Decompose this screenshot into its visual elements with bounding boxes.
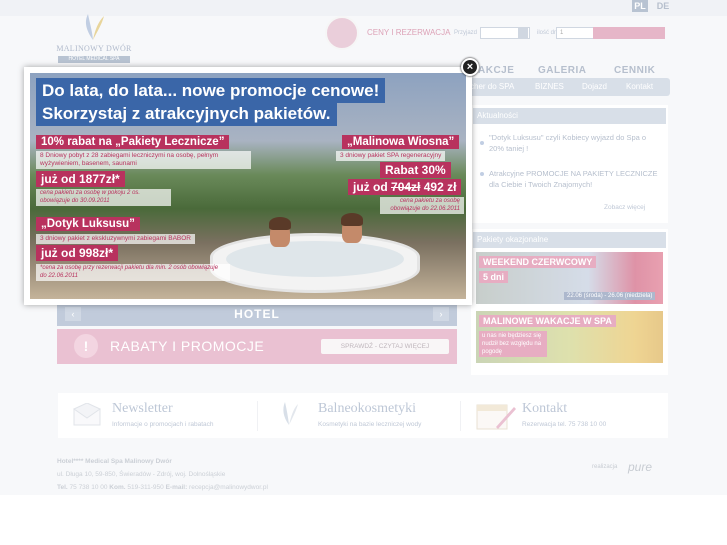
offer3-note: cena pakietu za osobę obowiązuje do 22.0… xyxy=(380,197,464,214)
person-hair xyxy=(341,213,363,226)
offer1-note: cena pakietu za osobę w pokoju 2 os. obo… xyxy=(36,189,171,206)
page-background: PL DE MALINOWY DWÓR HOTEL MEDICAL SPA CE… xyxy=(0,0,727,495)
offer2-title: „Dotyk Luksusu” xyxy=(36,217,140,231)
offer1-desc: 8 Dniowy pobyt z 28 zabiegami leczniczym… xyxy=(36,151,251,169)
promo-modal: Do lata, do lata... nowe promocje cenowe… xyxy=(24,67,472,305)
offer2-desc: 3 dniowy pakiet z ekskluzywnymi zabiegam… xyxy=(36,234,196,244)
offer3-title: „Malinowa Wiosna” xyxy=(342,135,460,149)
modal-headline-2: Skorzystaj z atrakcyjnych pakietów. xyxy=(36,101,337,126)
offer3-price: już od 704zł 492 zł xyxy=(348,179,462,195)
water-image xyxy=(226,241,404,277)
offer2-note: *cena za osobę przy rezerwacji pakietu d… xyxy=(36,264,230,281)
modal-headline-1: Do lata, do lata... nowe promocje cenowe… xyxy=(36,78,386,103)
offer2-price: już od 998zł* xyxy=(36,245,119,261)
offer3-old-price: 704zł xyxy=(391,180,421,194)
spa-promo-image[interactable]: Do lata, do lata... nowe promocje cenowe… xyxy=(30,73,466,299)
offer3-new-price: 492 zł xyxy=(423,180,457,194)
offer3-desc: 3 dniowy pakiet SPA regeneracyjny xyxy=(336,151,446,161)
offer1-price: już od 1877zł* xyxy=(36,171,125,187)
offer3-discount: Rabat 30% xyxy=(380,162,451,178)
offer3-price-prefix: już od xyxy=(353,180,388,194)
person-hair xyxy=(269,217,291,230)
close-icon[interactable]: × xyxy=(461,58,479,76)
offer1-title: 10% rabat na „Pakiety Lecznicze” xyxy=(36,135,230,149)
